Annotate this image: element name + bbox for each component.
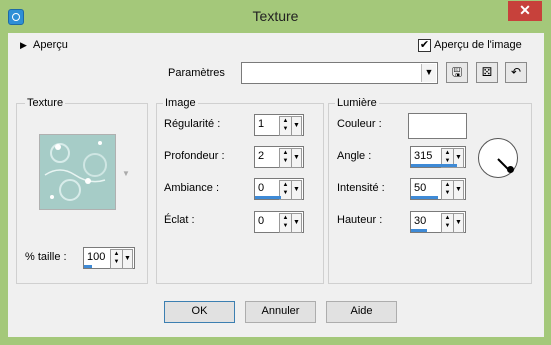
expand-preview-icon[interactable]: ▶ <box>20 40 27 51</box>
eclat-dropdown-icon[interactable]: ▼ <box>291 213 302 233</box>
preview-scroll-icon: ▼ <box>122 169 130 178</box>
regularite-dropdown-icon[interactable]: ▼ <box>291 116 302 136</box>
couleur-swatch[interactable] <box>408 113 467 139</box>
chevron-down-icon[interactable]: ▼ <box>421 64 436 82</box>
parametres-label: Paramètres <box>168 67 225 79</box>
random-dice-icon[interactable]: ⚄ <box>476 62 498 83</box>
angle-dial[interactable] <box>478 138 518 178</box>
taille-value: 100 <box>87 251 106 263</box>
hauteur-dropdown-icon[interactable]: ▼ <box>453 213 464 233</box>
angle-level-bar <box>411 164 457 167</box>
regularite-value: 1 <box>258 118 265 130</box>
close-button[interactable]: ✕ <box>508 1 542 21</box>
hauteur-spinner[interactable]: 30 ▲ ▼ ▼ <box>410 211 466 233</box>
profondeur-spinner[interactable]: 2 ▲ ▼ ▼ <box>254 146 304 168</box>
title-bar: Texture ✕ <box>0 0 551 33</box>
taille-dropdown-icon[interactable]: ▼ <box>122 249 133 269</box>
hauteur-value: 30 <box>414 215 427 227</box>
angle-dial-knob[interactable] <box>507 166 514 173</box>
intensite-level-bar <box>411 196 438 199</box>
eclat-spinner[interactable]: 0 ▲ ▼ ▼ <box>254 211 304 233</box>
angle-value: 315 <box>414 150 433 162</box>
taille-level-bar <box>84 265 92 268</box>
regularite-label: Régularité : <box>164 118 221 130</box>
lumiere-group-title: Lumière <box>335 97 379 109</box>
save-preset-icon[interactable]: 🖫 <box>446 62 468 83</box>
texture-preview[interactable] <box>39 134 116 210</box>
profondeur-label: Profondeur : <box>164 150 225 162</box>
angle-spinner[interactable]: 315 ▲ ▼ ▼ <box>410 146 466 168</box>
intensite-dropdown-icon[interactable]: ▼ <box>453 180 464 200</box>
taille-label: % taille : <box>25 251 67 263</box>
couleur-label: Couleur : <box>337 118 382 130</box>
window-title: Texture <box>252 8 299 24</box>
intensite-label: Intensité : <box>337 182 385 194</box>
profondeur-value: 2 <box>258 150 265 162</box>
intensite-value: 50 <box>414 182 427 194</box>
reset-icon[interactable]: ↶ <box>505 62 527 83</box>
ambiance-value: 0 <box>258 182 265 194</box>
apercu-image-label[interactable]: Aperçu de l'image <box>434 39 522 51</box>
texture-preview-image <box>40 135 115 209</box>
ambiance-level-bar <box>255 196 281 199</box>
hauteur-label: Hauteur : <box>337 214 383 226</box>
ambiance-label: Ambiance : <box>164 182 220 194</box>
parametres-combo[interactable]: ▼ <box>241 62 438 84</box>
apercu-label[interactable]: Aperçu <box>33 39 68 51</box>
regularite-spinner[interactable]: 1 ▲ ▼ ▼ <box>254 114 304 136</box>
intensite-spinner[interactable]: 50 ▲ ▼ ▼ <box>410 178 466 200</box>
hauteur-level-bar <box>411 229 427 232</box>
ok-button[interactable]: OK <box>164 301 235 323</box>
aide-button[interactable]: Aide <box>326 301 397 323</box>
annuler-button[interactable]: Annuler <box>245 301 316 323</box>
apercu-image-checkbox[interactable]: ✔ <box>418 39 431 52</box>
angle-label: Angle : <box>337 150 372 162</box>
eclat-value: 0 <box>258 215 265 227</box>
texture-group-title: Texture <box>25 97 66 109</box>
dialog-client: ▶ Aperçu ✔ Aperçu de l'image Paramètres … <box>8 33 544 337</box>
ambiance-spinner[interactable]: 0 ▲ ▼ ▼ <box>254 178 304 200</box>
eclat-label: Éclat : <box>164 214 195 226</box>
image-group-title: Image <box>163 97 198 109</box>
ambiance-dropdown-icon[interactable]: ▼ <box>291 180 302 200</box>
profondeur-dropdown-icon[interactable]: ▼ <box>291 148 302 168</box>
taille-spinner[interactable]: 100 ▲ ▼ ▼ <box>83 247 135 269</box>
